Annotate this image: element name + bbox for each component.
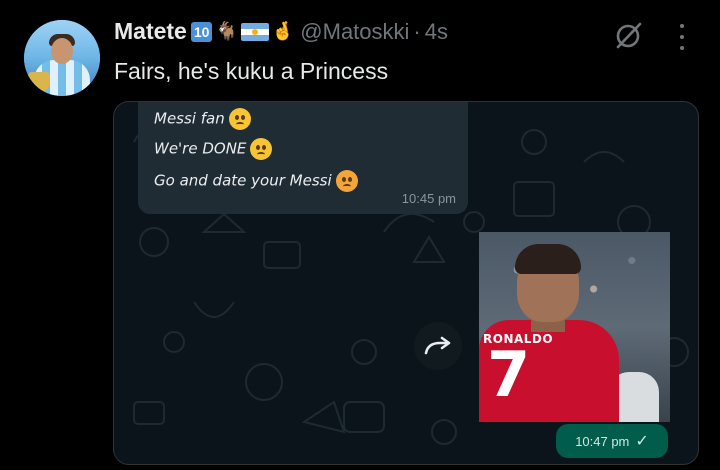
more-dot [680, 46, 684, 50]
check-icon: ✓ [635, 433, 649, 450]
avatar[interactable] [24, 20, 100, 96]
persevering-face-icon [228, 108, 251, 130]
argentina-flag-icon [240, 22, 269, 41]
post-time[interactable]: 4s [425, 19, 448, 45]
grok-icon[interactable] [612, 20, 644, 52]
author-handle[interactable]: @Matoskki [300, 19, 409, 45]
post-header: Matete 10 🐐 🤞 @Matoskki · 4s [114, 18, 448, 45]
more-options-icon[interactable] [674, 22, 690, 52]
forward-icon [424, 336, 451, 355]
name-badges: 10 🐐 🤞 [190, 21, 295, 42]
outgoing-timestamp-bubble: 10:47 pm ✓ [556, 424, 668, 458]
avatar-head [51, 38, 73, 64]
goat-icon: 🐐 [215, 21, 238, 41]
message-line: Go and date your Messi [154, 170, 358, 192]
message-line: We're DONE [154, 138, 273, 160]
separator-dot: · [413, 18, 421, 44]
forward-button[interactable] [414, 322, 462, 370]
more-dot [680, 24, 684, 28]
player-hair [515, 244, 581, 274]
keycap-ten-icon: 10 [190, 21, 213, 42]
message-line: Messi fan [154, 108, 251, 130]
crossed-fingers-icon: 🤞 [271, 21, 295, 41]
pleading-face-icon [250, 138, 273, 160]
post-media[interactable]: Messi fan We're DONE Go and date your Me… [113, 101, 699, 465]
more-dot [680, 35, 684, 39]
video-thumbnail[interactable]: RONALDO 7 [479, 232, 670, 422]
post-text: Fairs, he's kuku a Princess [114, 58, 389, 84]
author-name[interactable]: Matete [114, 18, 187, 45]
angry-face-icon [335, 170, 358, 192]
jersey-number: 7 [487, 338, 531, 411]
avatar-trophy [28, 72, 50, 92]
outgoing-timestamp: 10:47 pm [575, 433, 630, 449]
incoming-timestamp: 10:45 pm [401, 191, 456, 206]
incoming-message-bubble[interactable]: Messi fan We're DONE Go and date your Me… [138, 102, 468, 214]
